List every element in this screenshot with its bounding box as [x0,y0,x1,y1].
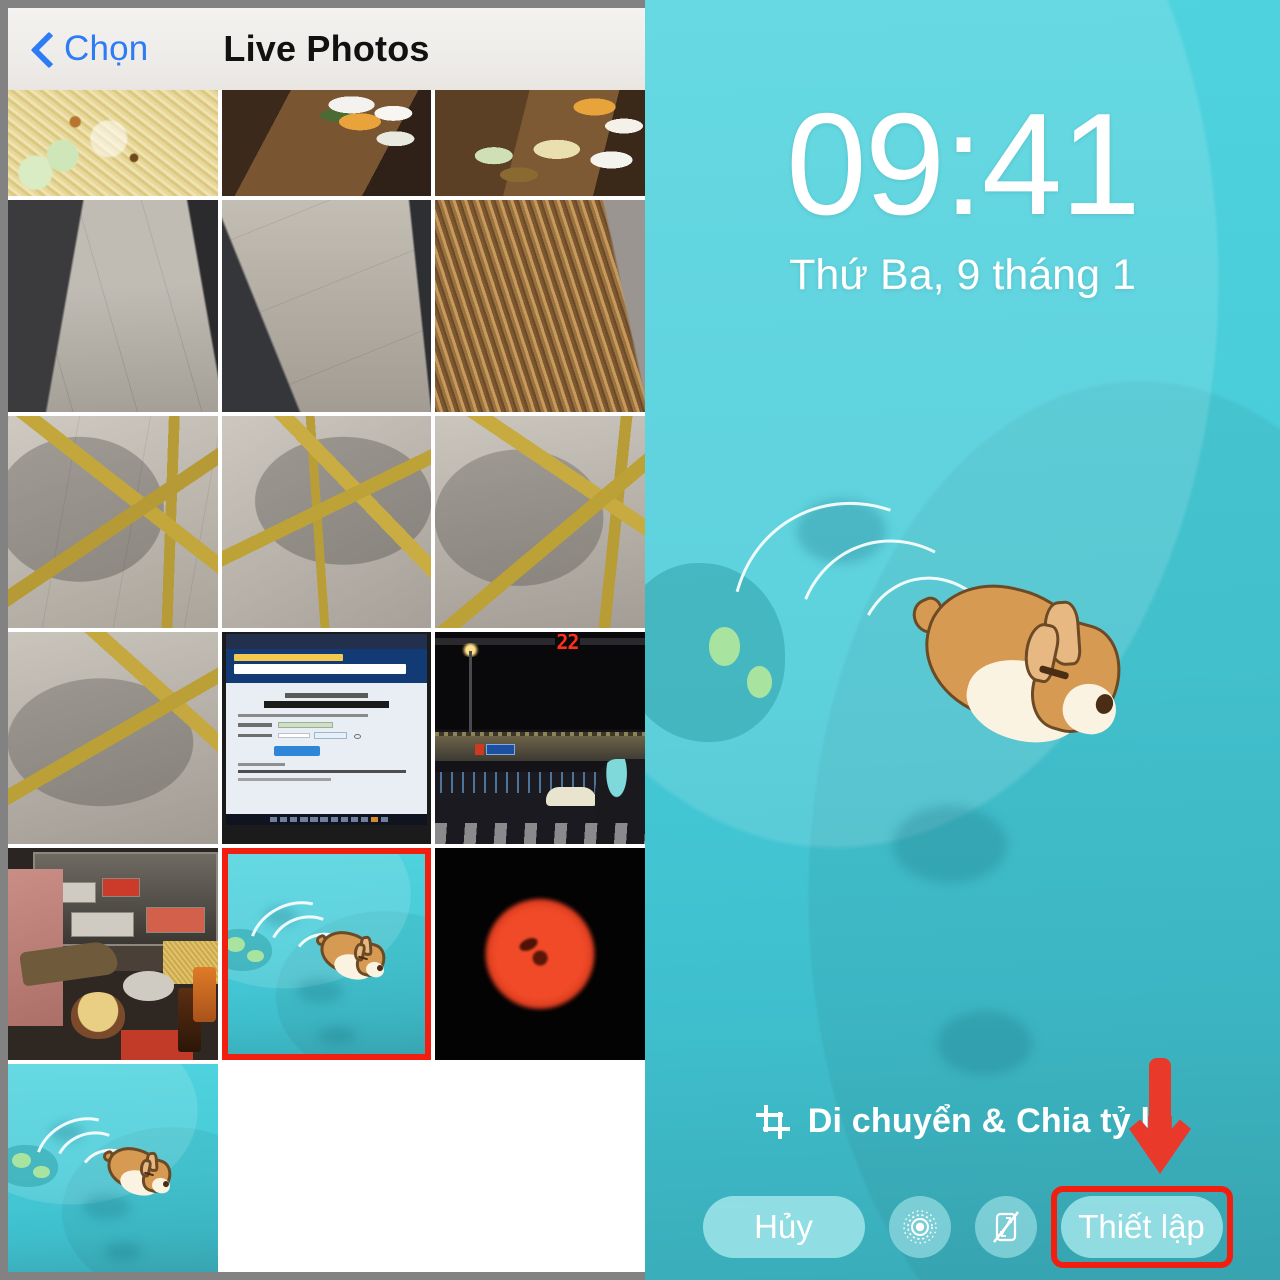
traffic-crosswalk [435,822,645,844]
photo-thumbnail[interactable] [8,90,218,196]
thumbnail-image-floor-2 [221,200,432,412]
website-submit-button [274,746,321,756]
website-heading-line [263,700,390,708]
photo-thumbnail[interactable] [221,90,432,196]
corgi-dog [314,925,389,984]
crop-icon [755,1104,790,1139]
thumbnail-image-table-food-2 [435,90,645,196]
perspective-zoom-off-icon [992,1211,1019,1243]
traffic-sign-blue [485,744,515,755]
photo-thumbnail[interactable] [8,416,218,628]
website-subtitle-line [284,693,369,698]
thumbnail-image-gold-table-a [8,416,218,628]
photo-thumbnail[interactable] [221,416,432,628]
perspective-zoom-toggle-button[interactable] [974,1196,1037,1258]
thumbnail-image-corgi [221,848,432,1060]
website-browser-chrome [225,634,428,649]
traffic-lamp-pole [468,651,473,741]
vendor-plate [123,970,174,1001]
wallpaper-image[interactable] [645,0,1280,1280]
wallpaper-action-row: Hủy Thiết lập [645,1186,1280,1268]
back-button-label: Chọn [64,29,149,68]
water-shadow [318,1026,356,1046]
website-input-1 [278,722,333,728]
photo-thumbnail[interactable]: 22 [435,632,645,844]
photo-thumbnail[interactable] [435,200,645,412]
photo-thumbnail[interactable] [435,848,645,1060]
photo-grid: 22 [8,90,645,1272]
live-photo-icon [902,1210,937,1244]
photo-thumbnail[interactable] [221,200,432,412]
traffic-white-car [546,786,597,806]
water-shadow [892,806,1007,884]
vendor-orange-bottle [192,966,216,1022]
back-button[interactable]: Chọn [30,29,148,69]
corgi-dog [907,568,1133,755]
website-captcha [313,731,348,740]
wallpaper-controls: Di chuyển & Chia tỷ lệ Hủy Thiết lập [645,1090,1280,1280]
wallpaper-preview-panel: 09:41 Thứ Ba, 9 tháng 1 Di chuyển & Chia… [645,0,1280,1280]
vendor-tray [70,911,134,938]
website-instruction-line [238,713,369,717]
website-title-line [234,663,407,675]
thumbnail-image-corgi [8,1064,218,1272]
thumbnail-image-red-blob [435,848,645,1060]
vendor-bowl [70,992,126,1039]
grid-empty-slot [221,1064,432,1272]
grid-empty-slot [435,1064,645,1272]
photo-picker-panel: Chọn Live Photos 22 [8,8,645,1272]
set-wallpaper-button-wrapper: Thiết lập [1050,1186,1233,1268]
lilypad-green [12,1153,32,1168]
thumbnail-image-vendor [8,848,218,1060]
red-blob-center-dot [532,950,548,966]
corgi-dog [100,1141,175,1200]
vendor-tray [102,877,141,897]
water-shadow [937,1011,1033,1076]
set-wallpaper-button[interactable]: Thiết lập [1060,1196,1223,1258]
website-taskbar [225,814,428,825]
chevron-left-icon [30,29,56,69]
navigation-bar: Chọn Live Photos [8,8,645,90]
thumbnail-image-wood-door [435,200,645,412]
traffic-countdown: 22 [554,632,580,654]
website-refresh-icon [353,733,361,739]
lilypad-green [225,937,245,952]
photo-thumbnail[interactable] [8,200,218,412]
website-org-line [234,654,344,661]
traffic-overpass [435,735,645,762]
website-note-2 [238,769,407,773]
cancel-button[interactable]: Hủy [702,1196,865,1258]
website-note-1 [238,763,285,767]
photo-thumbnail[interactable] [8,1064,218,1272]
website-label-1 [238,723,272,727]
thumbnail-image-gold-table-d [8,632,218,844]
thumbnail-image-gold-table-b [221,416,432,628]
photo-thumbnail[interactable] [8,848,218,1060]
vendor-tray [146,907,206,933]
traffic-sign-red [475,744,484,755]
live-photo-toggle-button[interactable] [888,1196,951,1258]
move-and-scale-hint: Di chuyển & Chia tỷ lệ [645,1102,1280,1141]
screenshot-root: Chọn Live Photos 22 09:41 Thứ Ba, 9 thán… [0,0,1280,1280]
thumbnail-image-gold-table-c [435,416,645,628]
photo-thumbnail[interactable] [221,632,432,844]
thumbnail-image-website [221,632,432,844]
thumbnail-image-table-food-1 [221,90,432,196]
photo-thumbnail[interactable] [435,416,645,628]
photo-thumbnail[interactable] [435,90,645,196]
website-label-2 [238,733,272,738]
website-input-2 [278,732,310,739]
website-note-3 [238,778,331,781]
thumbnail-image-floor-1 [8,200,218,412]
photo-thumbnail-selected[interactable] [221,848,432,1060]
move-and-scale-label: Di chuyển & Chia tỷ lệ [807,1102,1170,1140]
thumbnail-image-food-box [8,90,218,196]
photo-thumbnail[interactable] [8,632,218,844]
thumbnail-image-traffic: 22 [435,632,645,844]
